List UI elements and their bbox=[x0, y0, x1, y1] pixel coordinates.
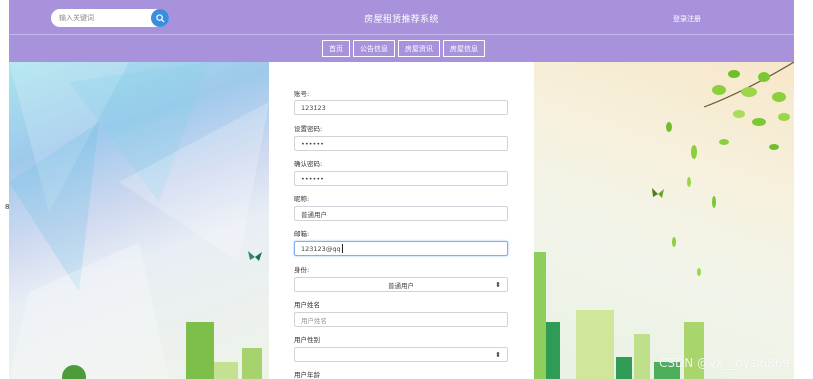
nav-item-house-news[interactable]: 房屋资讯 bbox=[398, 40, 440, 57]
select-arrows-icon: ⬍ bbox=[495, 351, 501, 359]
text-cursor bbox=[341, 244, 343, 253]
confirm-password-label: 确认密码: bbox=[294, 160, 323, 168]
confirm-password-input[interactable]: •••••• bbox=[294, 171, 508, 186]
nickname-label: 昵称: bbox=[294, 195, 310, 203]
nav-item-home[interactable]: 首页 bbox=[322, 40, 350, 57]
window-left-edge bbox=[0, 0, 9, 379]
email-input[interactable]: 123123@qq bbox=[294, 241, 508, 256]
password-label: 设置密码: bbox=[294, 125, 323, 133]
nav-item-house-info[interactable]: 房屋信息 bbox=[443, 40, 485, 57]
top-header: 房屋租赁推荐系统 登录注册 bbox=[9, 0, 794, 34]
background-left-art bbox=[9, 62, 269, 379]
nickname-input[interactable]: 普通用户 bbox=[294, 206, 508, 221]
main-nav: 首页 公告信息 房屋资讯 房屋信息 bbox=[9, 34, 794, 62]
realname-input[interactable]: 用户姓名 bbox=[294, 312, 508, 327]
password-input[interactable]: •••••• bbox=[294, 136, 508, 151]
account-label: 账号: bbox=[294, 90, 310, 98]
realname-label: 用户姓名 bbox=[294, 301, 320, 309]
nav-item-notices[interactable]: 公告信息 bbox=[353, 40, 395, 57]
background-left bbox=[9, 62, 269, 379]
role-label: 身份: bbox=[294, 266, 310, 274]
csdn-watermark: CSDN @vx__bysj6869 bbox=[659, 356, 791, 370]
butterfly-icon bbox=[248, 251, 262, 261]
background-right-art bbox=[534, 62, 794, 379]
age-label: 用户年龄 bbox=[294, 371, 320, 379]
background-right bbox=[534, 62, 794, 379]
role-select-value: 普通用户 bbox=[388, 281, 414, 290]
gender-select[interactable]: ⬍ bbox=[294, 347, 508, 362]
registration-form: 账号: 123123 设置密码: •••••• 确认密码: •••••• 昵称:… bbox=[269, 62, 534, 379]
role-select[interactable]: 普通用户 ⬍ bbox=[294, 277, 508, 292]
nav-items: 首页 公告信息 房屋资讯 房屋信息 bbox=[322, 40, 488, 57]
gender-label: 用户性别 bbox=[294, 336, 320, 344]
email-label: 邮箱: bbox=[294, 230, 310, 238]
email-input-value: 123123@qq bbox=[301, 244, 341, 253]
login-register-link[interactable]: 登录注册 bbox=[673, 14, 701, 24]
realname-placeholder: 用户姓名 bbox=[301, 316, 327, 325]
account-input[interactable]: 123123 bbox=[294, 100, 508, 115]
butterfly-icon bbox=[652, 188, 664, 198]
select-arrows-icon: ⬍ bbox=[495, 281, 501, 289]
page-frame: 房屋租赁推荐系统 登录注册 首页 公告信息 房屋资讯 房屋信息 bbox=[9, 0, 794, 379]
